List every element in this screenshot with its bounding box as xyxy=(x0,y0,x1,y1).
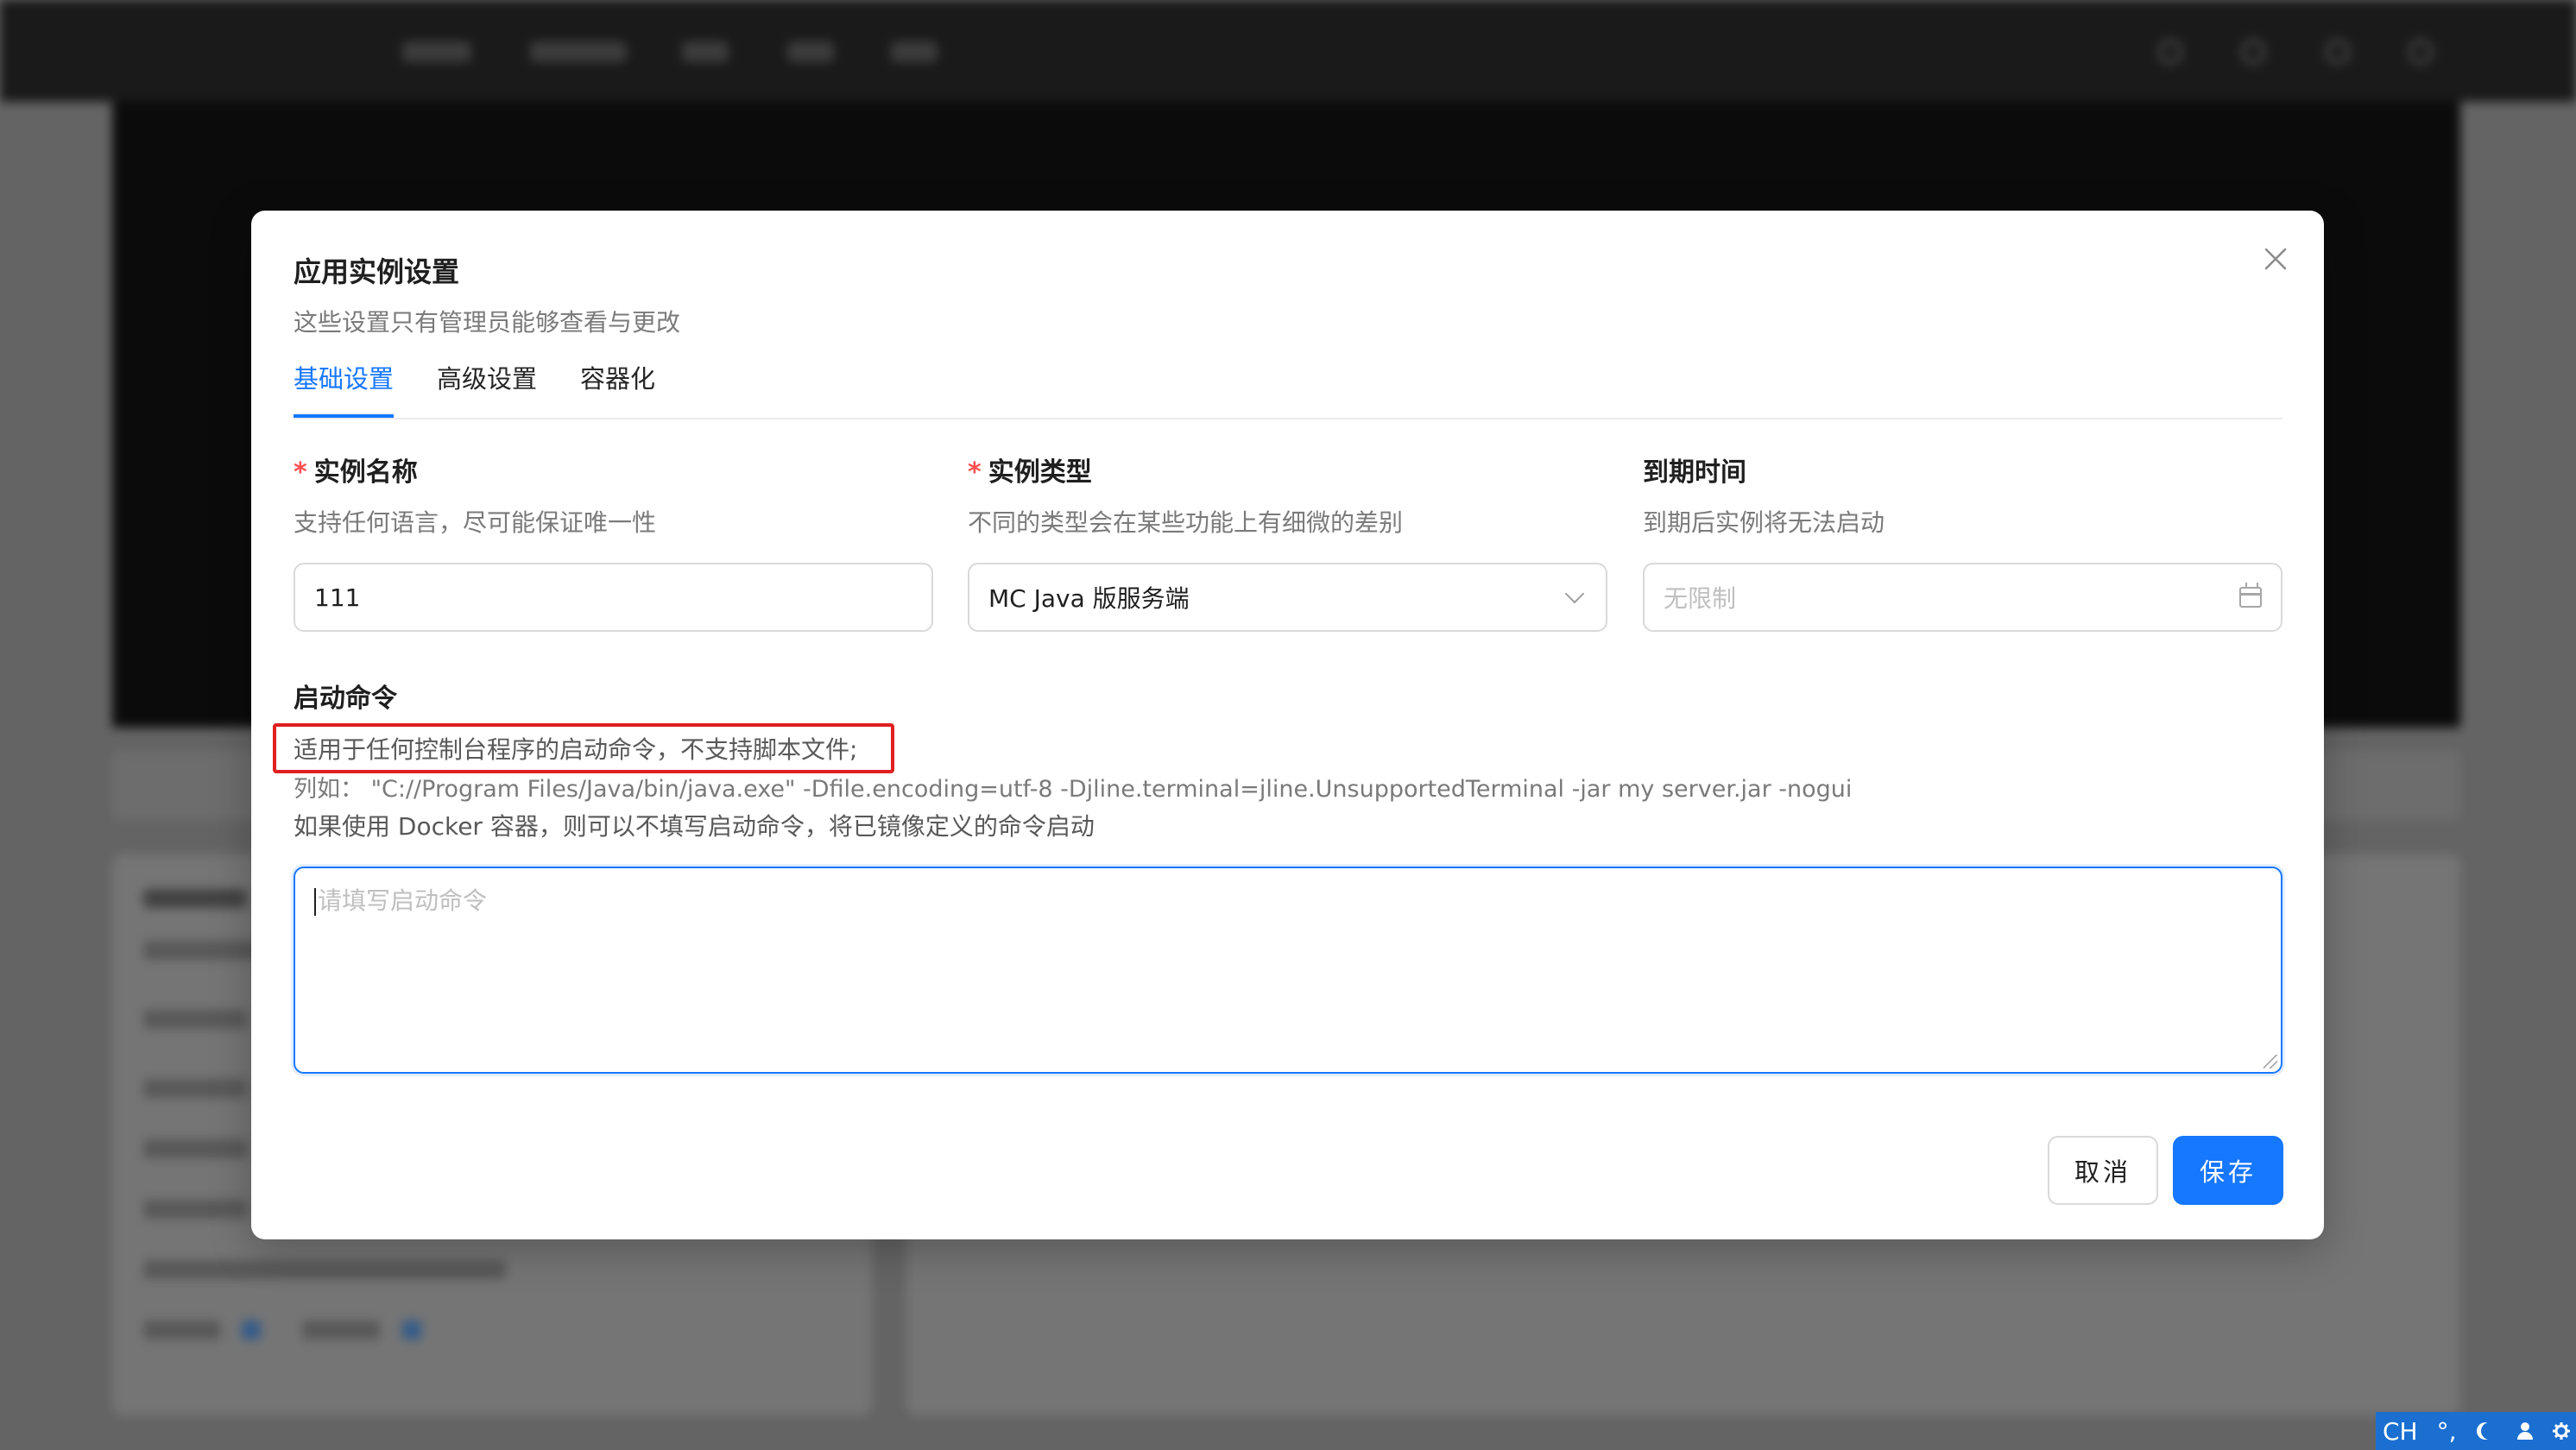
instance-name-label-text: 实例名称 xyxy=(313,457,418,488)
required-mark: * xyxy=(294,457,307,488)
instance-name-input[interactable]: 111 xyxy=(294,563,933,632)
close-button[interactable] xyxy=(2258,242,2293,276)
instance-name-value: 111 xyxy=(314,583,361,612)
instance-type-label: * 实例类型 xyxy=(968,451,1092,489)
instance-settings-dialog: 应用实例设置 这些设置只有管理员能够查看与更改 基础设置 高级设置 容器化 * 实… xyxy=(251,211,2324,1239)
expire-time-label: 到期时间 xyxy=(1643,457,1746,488)
instance-type-select[interactable]: MC Java 版服务端 xyxy=(968,563,1607,632)
tab-basic-settings[interactable]: 基础设置 xyxy=(294,359,395,418)
chevron-down-icon xyxy=(1564,583,1585,604)
gear-icon xyxy=(2552,1422,2570,1440)
dialog-title: 应用实例设置 xyxy=(294,255,460,288)
close-icon xyxy=(2264,248,2287,270)
tab-containerization[interactable]: 容器化 xyxy=(580,359,655,414)
start-command-help-line1: 适用于任何控制台程序的启动命令，不支持脚本文件; xyxy=(294,735,858,764)
text-caret xyxy=(314,888,316,916)
expire-time-picker[interactable]: 无限制 xyxy=(1643,563,2282,632)
instance-type-help: 不同的类型会在某些功能上有细微的差别 xyxy=(968,508,1404,537)
dialog-subtitle: 这些设置只有管理员能够查看与更改 xyxy=(294,308,681,337)
save-button[interactable]: 保存 xyxy=(2173,1136,2283,1205)
expire-time-placeholder: 无限制 xyxy=(1664,584,1737,613)
ime-punctuation-mode: °, xyxy=(2436,1416,2457,1446)
moon-icon xyxy=(2481,1422,2498,1440)
settings-tabs: 基础设置 高级设置 容器化 xyxy=(294,359,2282,419)
calendar-icon xyxy=(2239,583,2262,608)
ime-language-label: CH xyxy=(2383,1416,2418,1446)
instance-type-value: MC Java 版服务端 xyxy=(988,584,1190,613)
instance-type-label-text: 实例类型 xyxy=(988,457,1092,488)
expire-time-help: 到期后实例将无法启动 xyxy=(1643,508,1885,537)
ime-indicator[interactable]: CH °, xyxy=(2376,1412,2576,1450)
tab-advanced-settings[interactable]: 高级设置 xyxy=(437,359,537,414)
start-command-example: 列如： "C://Program Files/Java/bin/java.exe… xyxy=(294,776,1853,803)
required-mark: * xyxy=(968,457,982,488)
start-command-docker-note: 如果使用 Docker 容器，则可以不填写启动命令，将已镜像定义的命令启动 xyxy=(294,812,1095,841)
start-command-placeholder: 请填写启动命令 xyxy=(318,886,488,915)
user-icon xyxy=(2516,1422,2533,1440)
resize-handle-icon[interactable] xyxy=(2263,1055,2277,1069)
cancel-button[interactable]: 取消 xyxy=(2048,1136,2158,1205)
instance-name-help: 支持任何语言，尽可能保证唯一性 xyxy=(294,508,657,537)
start-command-textarea[interactable]: 请填写启动命令 xyxy=(294,867,2282,1074)
instance-name-label: * 实例名称 xyxy=(294,451,418,489)
start-command-label: 启动命令 xyxy=(294,684,397,714)
